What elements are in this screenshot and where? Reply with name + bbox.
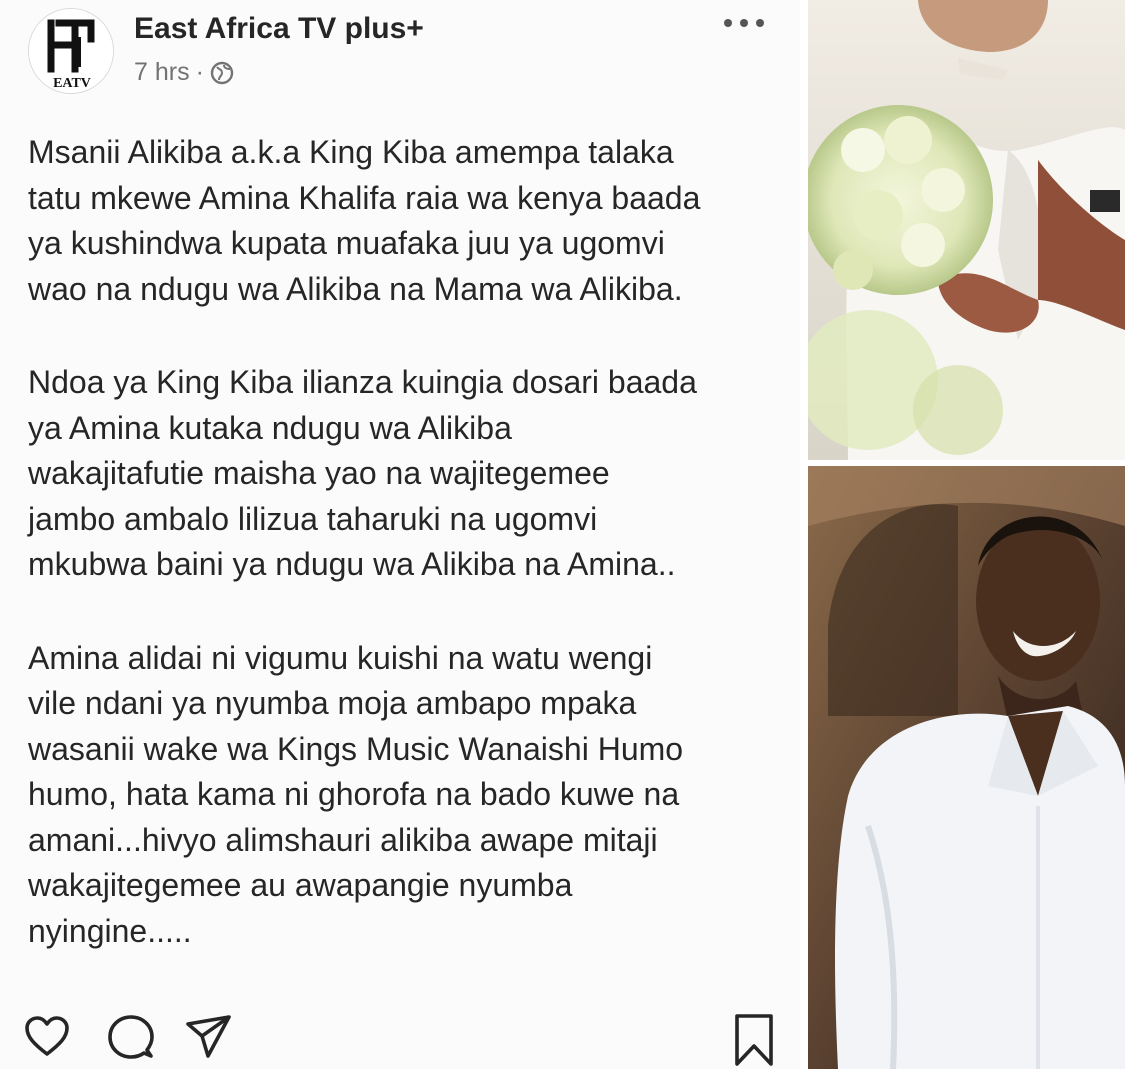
globe-icon xyxy=(210,61,234,84)
more-options-icon xyxy=(724,19,764,27)
page-avatar[interactable]: EATV xyxy=(28,8,114,94)
heart-icon xyxy=(25,1016,69,1056)
eatv-logo-icon: EATV xyxy=(29,9,113,93)
page-name[interactable]: East Africa TV plus+ xyxy=(134,12,424,46)
like-button[interactable] xyxy=(22,1012,74,1064)
save-button[interactable] xyxy=(729,1012,781,1066)
bookmark-icon xyxy=(735,1014,773,1066)
man-image xyxy=(808,466,1125,1069)
comment-icon xyxy=(108,1015,154,1059)
post-text: Msanii Alikiba a.k.a King Kiba amempa ta… xyxy=(28,130,788,1002)
post-card: EATV East Africa TV plus+ 7 hrs · Msanii… xyxy=(0,0,800,1069)
bride-photo[interactable] xyxy=(808,0,1125,460)
photo-collage xyxy=(800,0,1125,1069)
svg-text:EATV: EATV xyxy=(53,76,91,91)
post-time[interactable]: 7 hrs xyxy=(134,58,190,87)
post-paragraph-3: Amina alidai ni vigumu kuishi na watu we… xyxy=(28,639,684,949)
comment-button[interactable] xyxy=(106,1012,158,1064)
send-icon xyxy=(186,1015,231,1058)
man-photo[interactable] xyxy=(808,466,1125,1069)
post-meta: 7 hrs · xyxy=(134,58,234,87)
more-options-button[interactable] xyxy=(720,8,768,38)
meta-separator: · xyxy=(195,58,204,86)
post-paragraph-1: Msanii Alikiba a.k.a King Kiba amempa ta… xyxy=(28,134,701,307)
post-actions xyxy=(22,1012,792,1069)
post-paragraph-2: Ndoa ya King Kiba ilianza kuingia dosari… xyxy=(28,364,697,582)
bride-image xyxy=(808,0,1125,460)
share-button[interactable] xyxy=(184,1012,236,1064)
